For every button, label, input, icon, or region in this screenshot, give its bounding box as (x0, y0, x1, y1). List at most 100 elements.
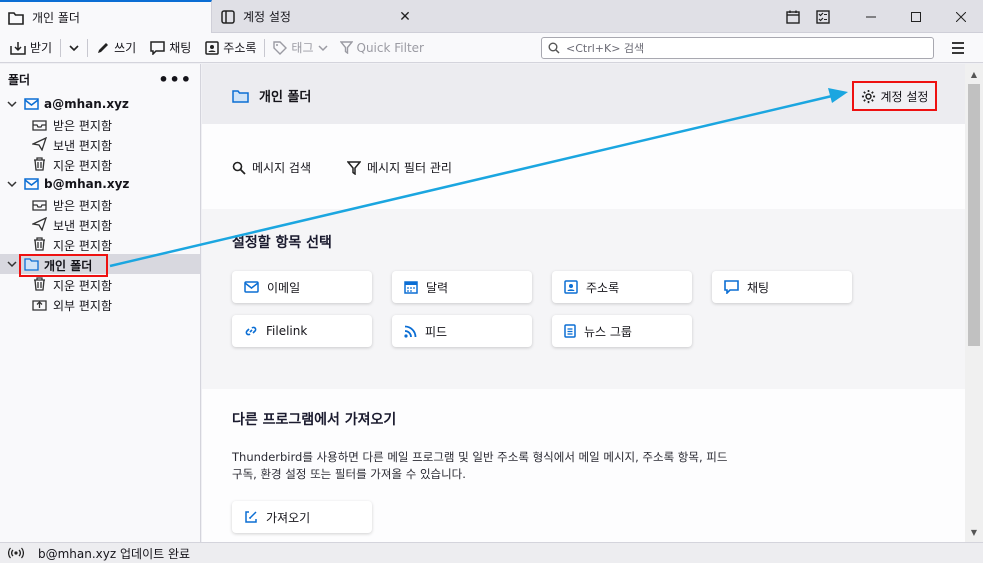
menu-icon[interactable] (950, 40, 966, 56)
setup-chat-button[interactable]: 채팅 (712, 271, 852, 303)
folder-item-inbox[interactable]: 받은 편지함 (0, 194, 200, 214)
mail-account-icon (24, 97, 39, 111)
send-icon (32, 137, 47, 151)
folder-item-trash[interactable]: 지운 편지함 (0, 234, 200, 254)
search-icon (548, 42, 560, 54)
import-icon (244, 510, 258, 524)
search-messages-link[interactable]: 메시지 검색 (232, 159, 311, 176)
setup-email-button[interactable]: 이메일 (232, 271, 372, 303)
setup-section: 설정할 항목 선택 이메일 달력 주소록 채팅 Filelink 피드 뉴스 그… (202, 209, 965, 389)
trash-icon (32, 157, 47, 171)
tag-icon (273, 40, 288, 55)
import-description: Thunderbird를 사용하면 다른 메일 프로그램 및 일반 주소록 형식… (232, 449, 792, 483)
get-messages-dropdown[interactable] (65, 36, 83, 60)
outbox-icon (32, 297, 47, 311)
calendar-icon[interactable] (778, 0, 808, 33)
folder-item-sent[interactable]: 보낸 편지함 (0, 214, 200, 234)
folder-item-trash[interactable]: 지운 편지함 (0, 154, 200, 174)
toolbar-separator (264, 38, 266, 57)
chevron-down-icon[interactable] (6, 98, 18, 110)
online-status-icon[interactable] (8, 547, 24, 559)
chevron-down-icon (69, 44, 79, 52)
search-messages-label: 메시지 검색 (252, 161, 312, 175)
quick-filter-label: Quick Filter (356, 40, 424, 55)
content-header: 개인 폴더 계정 설정 (202, 64, 965, 124)
address-book-label: 주소록 (223, 41, 257, 55)
chevron-down-icon[interactable] (6, 258, 18, 270)
account-row[interactable]: a@mhan.xyz (0, 94, 200, 114)
get-messages-label: 받기 (30, 41, 53, 55)
tasks-icon[interactable] (808, 0, 838, 33)
folder-label: 받은 편지함 (53, 119, 113, 133)
annotation-highlight-box (19, 254, 108, 277)
close-window-button[interactable] (938, 0, 983, 33)
page-title-text: 개인 폴더 (259, 90, 312, 105)
more-options-icon[interactable]: ••• (158, 70, 192, 89)
import-button[interactable]: 가져오기 (232, 501, 372, 533)
write-label: 쓰기 (114, 41, 137, 55)
address-book-icon (205, 40, 220, 55)
tab-bar: 개인 폴더 계정 설정 ✕ (0, 0, 983, 33)
address-book-button[interactable]: 주소록 (201, 36, 260, 60)
account-settings-button[interactable]: 계정 설정 (852, 81, 937, 111)
inbox-icon (32, 117, 47, 131)
send-icon (32, 217, 47, 231)
folder-item-sent[interactable]: 보낸 편지함 (0, 134, 200, 154)
setup-filelink-button[interactable]: Filelink (232, 315, 372, 347)
folder-label: 외부 편지함 (53, 299, 113, 313)
tab-label: 계정 설정 (243, 10, 291, 24)
scroll-down-icon[interactable]: ▼ (965, 524, 983, 540)
minimize-button[interactable] (848, 0, 893, 33)
tab-local-folders[interactable]: 개인 폴더 (0, 0, 212, 33)
chat-button[interactable]: 채팅 (146, 36, 195, 60)
scroll-up-icon[interactable]: ▲ (965, 66, 983, 82)
account-row[interactable]: b@mhan.xyz (0, 174, 200, 194)
write-button[interactable]: 쓰기 (92, 36, 140, 60)
setup-feeds-button[interactable]: 피드 (392, 315, 532, 347)
download-icon (10, 41, 26, 55)
status-text: b@mhan.xyz 업데이트 완료 (38, 546, 191, 561)
status-bar: b@mhan.xyz 업데이트 완료 (0, 542, 983, 563)
folder-pane-title: 폴더 (8, 72, 31, 87)
import-title: 다른 프로그램에서 가져오기 (232, 412, 397, 428)
folder-label: 받은 편지함 (53, 199, 113, 213)
tag-button[interactable]: 태그 (269, 36, 331, 60)
account-name: a@mhan.xyz (44, 97, 129, 111)
folder-item-inbox[interactable]: 받은 편지함 (0, 114, 200, 134)
vertical-scrollbar[interactable]: ▲ ▼ (965, 64, 983, 542)
import-section: 다른 프로그램에서 가져오기 Thunderbird를 사용하면 다른 메일 프… (202, 389, 965, 542)
rss-icon (404, 325, 417, 338)
gear-icon (861, 89, 876, 104)
import-button-label: 가져오기 (266, 510, 311, 525)
import-description-line: Thunderbird를 사용하면 다른 메일 프로그램 및 일반 주소록 형식… (232, 450, 728, 464)
main-toolbar: 받기 쓰기 채팅 주소록 태그 Quick Filter <Ctrl+K> 검색 (0, 33, 983, 63)
folder-pane: 폴더 ••• a@mhan.xyz 받은 편지함 보낸 편지함 지운 편지함 b… (0, 64, 201, 542)
setup-item-label: 피드 (425, 324, 448, 339)
folder-item-trash[interactable]: 지운 편지함 (0, 274, 200, 294)
page-title: 개인 폴더 (232, 86, 311, 105)
address-book-icon (564, 280, 578, 294)
get-messages-button[interactable]: 받기 (6, 36, 56, 60)
setup-newsgroups-button[interactable]: 뉴스 그룹 (552, 315, 692, 347)
tab-account-settings[interactable]: 계정 설정 ✕ (213, 0, 421, 33)
filter-icon (339, 41, 353, 54)
maximize-button[interactable] (893, 0, 938, 33)
import-description-line: 구독, 환경 설정 또는 필터를 가져올 수 있습니다. (232, 467, 466, 481)
search-icon (232, 161, 246, 175)
setup-item-label: Filelink (266, 324, 308, 338)
scrollbar-thumb[interactable] (968, 84, 980, 346)
account-central: 개인 폴더 계정 설정 메시지 검색 메시지 필터 관리 설정할 항목 선택 이… (202, 64, 965, 542)
folder-item-outbox[interactable]: 외부 편지함 (0, 294, 200, 314)
chat-label: 채팅 (169, 41, 192, 55)
close-icon[interactable]: ✕ (397, 9, 413, 25)
search-input[interactable]: <Ctrl+K> 검색 (541, 37, 934, 59)
folder-label: 지운 편지함 (53, 159, 113, 173)
settings-tab-icon (221, 9, 235, 24)
setup-address-book-button[interactable]: 주소록 (552, 271, 692, 303)
folder-label: 지운 편지함 (53, 239, 113, 253)
chevron-down-icon[interactable] (6, 178, 18, 190)
quick-filter-button[interactable]: Quick Filter (336, 36, 428, 60)
setup-item-label: 주소록 (586, 280, 620, 295)
manage-filters-link[interactable]: 메시지 필터 관리 (347, 159, 452, 176)
setup-calendar-button[interactable]: 달력 (392, 271, 532, 303)
